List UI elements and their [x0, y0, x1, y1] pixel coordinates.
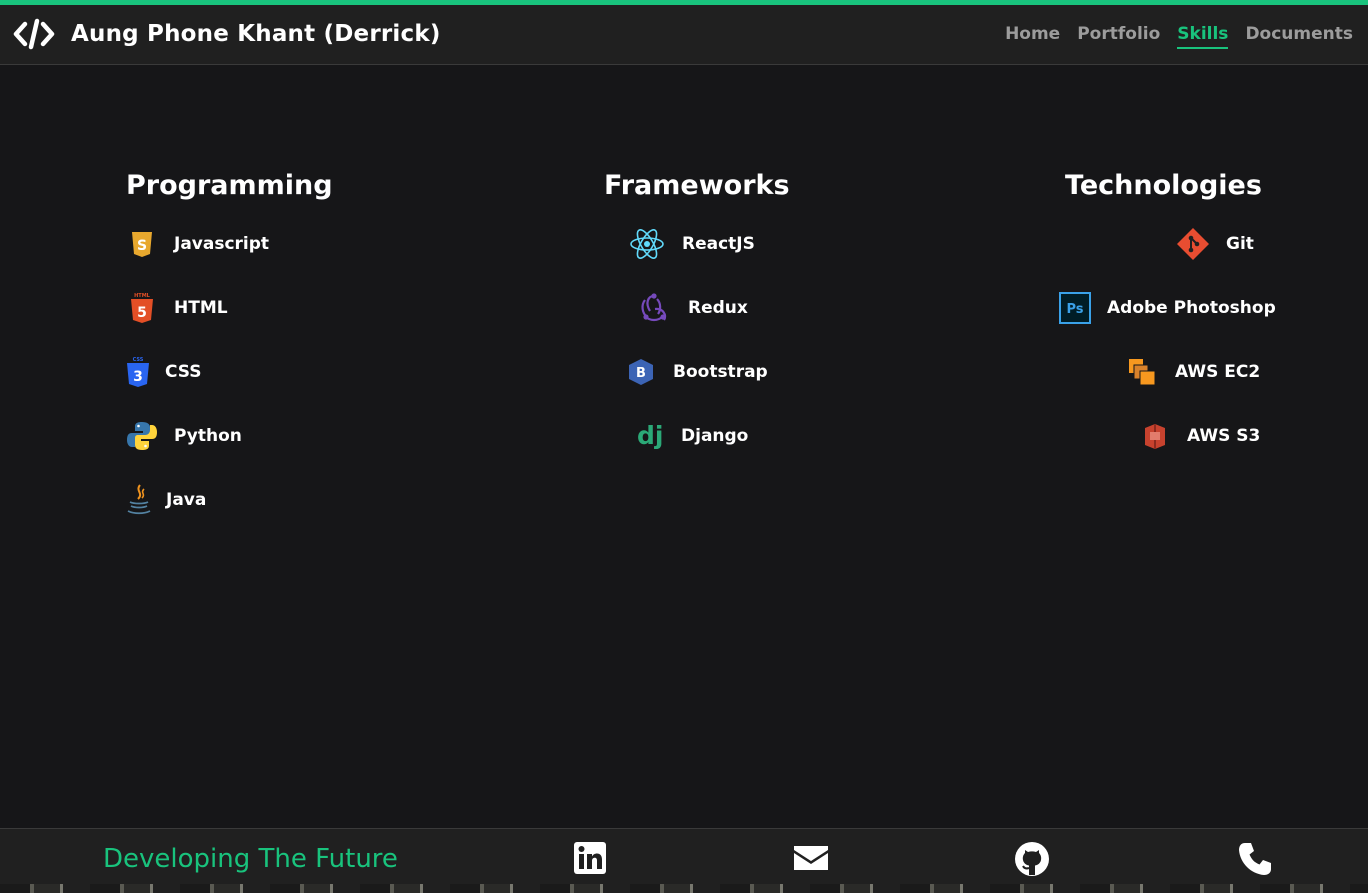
- linkedin-link[interactable]: [573, 841, 609, 877]
- django-icon: dj: [637, 421, 663, 450]
- main-nav: Home Portfolio Skills Documents: [1005, 24, 1353, 49]
- skill-javascript: S Javascript: [126, 224, 269, 264]
- skill-label: Bootstrap: [673, 362, 768, 382]
- phone-link[interactable]: [1237, 841, 1273, 877]
- phone-icon: [1239, 843, 1271, 875]
- nav-skills[interactable]: Skills: [1177, 24, 1229, 49]
- skill-label: AWS S3: [1187, 426, 1261, 446]
- skill-label: CSS: [165, 362, 202, 382]
- footer-tagline: Developing The Future: [103, 844, 398, 874]
- nav-home[interactable]: Home: [1005, 24, 1060, 49]
- email-link[interactable]: [792, 841, 828, 877]
- skill-python: Python: [126, 416, 242, 456]
- photoshop-icon: Ps: [1059, 292, 1091, 324]
- skill-label: ReactJS: [682, 234, 755, 254]
- skill-git: Git: [1176, 224, 1254, 264]
- java-icon: [127, 484, 151, 515]
- skill-bootstrap: B Bootstrap: [626, 352, 768, 392]
- svg-text:CSS: CSS: [133, 357, 144, 363]
- technologies-heading: Technologies: [1065, 170, 1262, 201]
- brand[interactable]: Aung Phone Khant (Derrick): [13, 18, 441, 50]
- skill-label: Git: [1226, 234, 1254, 254]
- svg-text:S: S: [137, 238, 147, 254]
- aws-ec2-icon: [1129, 359, 1156, 386]
- code-icon: [13, 18, 55, 50]
- skill-label: HTML: [174, 298, 228, 318]
- html5-icon: HTML 5: [131, 293, 153, 323]
- js-icon: S: [132, 232, 152, 257]
- svg-text:dj: dj: [637, 421, 663, 450]
- svg-text:B: B: [636, 366, 646, 381]
- css3-icon: CSS 3: [127, 357, 149, 387]
- frameworks-heading: Frameworks: [604, 170, 790, 201]
- programming-heading: Programming: [126, 170, 333, 201]
- linkedin-icon: [574, 842, 606, 874]
- svg-text:Ps: Ps: [1066, 302, 1083, 317]
- nav-portfolio[interactable]: Portfolio: [1077, 24, 1160, 49]
- skill-aws-s3: AWS S3: [1142, 416, 1260, 456]
- skill-java: Java: [126, 480, 206, 520]
- skill-html: HTML 5 HTML: [126, 288, 228, 328]
- skill-label: Python: [174, 426, 242, 446]
- redux-icon: [641, 293, 667, 322]
- skill-label: Redux: [688, 298, 748, 318]
- python-icon: [127, 422, 157, 450]
- bootstrap-icon: B: [629, 359, 653, 385]
- skill-redux: Redux: [636, 288, 748, 328]
- nav-documents[interactable]: Documents: [1245, 24, 1353, 49]
- git-icon: [1177, 228, 1209, 260]
- skill-django: dj Django: [637, 416, 748, 456]
- skill-css: CSS 3 CSS: [126, 352, 202, 392]
- svg-text:5: 5: [137, 305, 147, 321]
- svg-text:3: 3: [133, 369, 143, 385]
- github-icon: [1015, 842, 1049, 876]
- svg-text:HTML: HTML: [134, 293, 151, 299]
- skill-label: Java: [166, 490, 207, 510]
- skill-label: Django: [681, 426, 749, 446]
- github-link[interactable]: [1014, 841, 1050, 877]
- navbar: Aung Phone Khant (Derrick) Home Portfoli…: [0, 5, 1368, 65]
- aws-s3-icon: [1145, 424, 1165, 449]
- mail-icon: [794, 846, 828, 870]
- skill-aws-ec2: AWS EC2: [1128, 352, 1260, 392]
- footer-image-strip: [0, 884, 1368, 893]
- skill-reactjs: ReactJS: [629, 224, 755, 264]
- skill-label: AWS EC2: [1175, 362, 1261, 382]
- site-title: Aung Phone Khant (Derrick): [71, 21, 441, 47]
- react-icon: [630, 229, 664, 259]
- skill-label: Javascript: [174, 234, 270, 254]
- skill-photoshop: Ps Adobe Photoshop: [1059, 288, 1276, 328]
- skill-label: Adobe Photoshop: [1107, 298, 1276, 318]
